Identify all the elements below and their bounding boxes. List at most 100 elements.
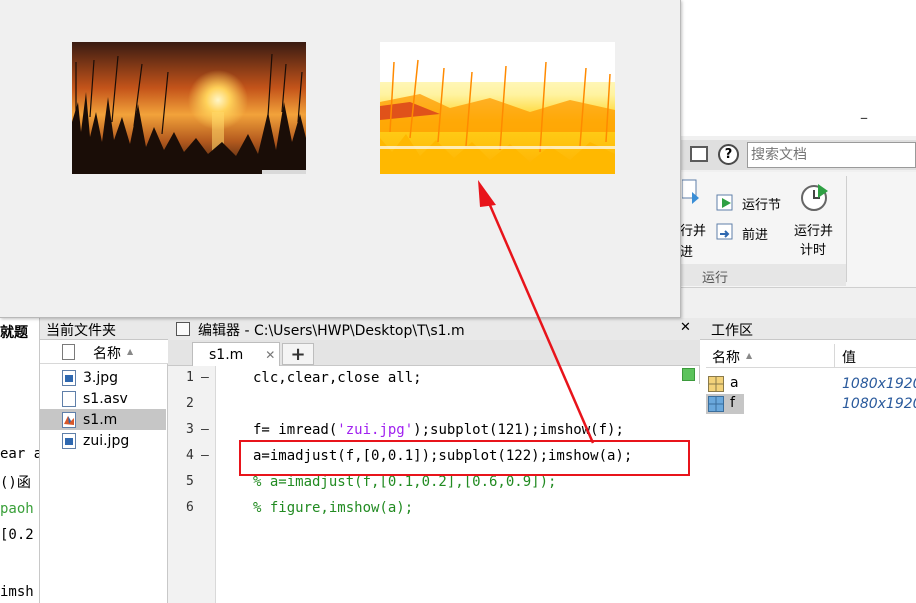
code-line-6[interactable]: % figure,imshow(a); bbox=[253, 500, 413, 516]
run-ribbon-section: 行并 进 运行节 前进 运行并 计时 运行 bbox=[680, 172, 916, 288]
matrix-variable-icon bbox=[708, 376, 724, 392]
tab-s1-m[interactable]: s1.m ✕ bbox=[192, 342, 280, 366]
add-tab-button[interactable]: + bbox=[282, 343, 314, 365]
matrix-variable-icon bbox=[708, 396, 724, 412]
clipped-line: paoh bbox=[0, 501, 34, 517]
editor-title: 编辑器 - C:\Users\HWP\Desktop\T\s1.m bbox=[198, 323, 465, 339]
blank-file-icon bbox=[62, 390, 76, 407]
search-row: ? bbox=[680, 140, 916, 170]
run-and-advance-label: 行并 bbox=[680, 224, 707, 239]
run-section-label: 运行节 bbox=[742, 198, 782, 213]
code-line-3[interactable]: f= imread('zui.jpg');subplot(121);imshow… bbox=[253, 422, 624, 438]
run-and-time-label: 运行并 bbox=[794, 224, 834, 239]
workspace-title: 工作区 bbox=[711, 323, 753, 339]
column-name-label: 名称 bbox=[93, 346, 121, 362]
file-row-zui-jpg[interactable]: zui.jpg bbox=[40, 430, 166, 451]
clipped-line: ()函 bbox=[0, 475, 31, 491]
clipped-line: [0.2 bbox=[0, 527, 34, 543]
run-and-advance-icon bbox=[682, 179, 699, 204]
column-divider bbox=[834, 344, 835, 368]
column-value-label: 值 bbox=[842, 350, 856, 366]
matlab-script-icon bbox=[62, 411, 76, 428]
run-and-advance-button[interactable]: 行并 进 bbox=[680, 220, 710, 260]
file-row-3-jpg[interactable]: 3.jpg bbox=[40, 367, 166, 388]
code-string: 'zui.jpg' bbox=[337, 422, 414, 438]
file-name: 3.jpg bbox=[83, 369, 119, 386]
file-name: zui.jpg bbox=[83, 432, 130, 449]
editor-scrollbar[interactable] bbox=[684, 384, 700, 603]
clipped-line: 就题 bbox=[0, 325, 28, 341]
sunset-photo-original bbox=[72, 42, 306, 174]
column-name-label: 名称 bbox=[712, 350, 740, 366]
workspace-var-f[interactable]: f 1080x1920 bbox=[706, 394, 916, 414]
tab-close-icon[interactable]: ✕ bbox=[265, 348, 275, 362]
figure-window bbox=[0, 0, 681, 318]
run-section-button[interactable]: 运行节 bbox=[716, 192, 788, 214]
workspace-header: 工作区 bbox=[700, 318, 916, 340]
annotation-highlight-box bbox=[239, 440, 690, 476]
matlab-toolstrip: – ? 行并 进 运行节 前进 运行并 计时 bbox=[680, 100, 916, 318]
workspace-column-header[interactable]: 名称 ▲ 值 bbox=[706, 344, 916, 368]
run-group-label: 运行 bbox=[702, 271, 729, 286]
main-window-title-strip: – bbox=[680, 100, 916, 136]
window-layout-icon[interactable] bbox=[690, 146, 708, 162]
workspace-var-a[interactable]: a 1080x1920 bbox=[706, 374, 916, 394]
advance-button[interactable]: 前进 bbox=[716, 222, 788, 244]
search-documentation-input[interactable] bbox=[747, 142, 916, 168]
file-name: s1.m bbox=[83, 411, 118, 428]
run-group-footer: 运行 bbox=[680, 264, 846, 286]
line-number: 5 bbox=[186, 474, 194, 489]
run-and-time-button[interactable]: 运行并 计时 bbox=[794, 180, 840, 260]
folder-column-header[interactable]: 名称 ▲ bbox=[40, 340, 168, 364]
minimize-button[interactable]: – bbox=[860, 108, 868, 127]
line-number: 3 bbox=[186, 422, 194, 437]
current-folder-panel: 当前文件夹 名称 ▲ 3.jpg s1.asv s1.m zui.jpg bbox=[40, 318, 168, 603]
variable-value: 1080x1920 bbox=[842, 396, 916, 412]
line-number: 2 bbox=[186, 396, 194, 411]
variable-value: 1080x1920 bbox=[842, 376, 916, 392]
editor-icon bbox=[176, 322, 190, 336]
variable-name: a bbox=[730, 375, 739, 391]
code-text: );subplot(121);imshow(f); bbox=[413, 422, 624, 438]
sort-ascending-icon: ▲ bbox=[746, 351, 753, 360]
line-number: 4 bbox=[186, 448, 194, 463]
editor-close-icon[interactable]: ✕ bbox=[680, 320, 691, 335]
advance-icon bbox=[716, 223, 733, 240]
line-number: 6 bbox=[186, 500, 194, 515]
image-file-icon bbox=[62, 432, 76, 449]
code-text: f= imread( bbox=[253, 422, 338, 438]
current-folder-title: 当前文件夹 bbox=[46, 323, 116, 339]
line-number-gutter: 1 — 2 3 — 4 — 5 6 bbox=[168, 366, 216, 603]
line-number: 1 bbox=[186, 370, 194, 385]
tab-label: s1.m bbox=[209, 346, 244, 363]
editor-header: 编辑器 - C:\Users\HWP\Desktop\T\s1.m ✕ bbox=[168, 318, 700, 340]
clipped-line: imsh bbox=[0, 584, 34, 600]
blank-file-icon bbox=[62, 344, 75, 360]
advance-label: 前进 bbox=[742, 228, 769, 243]
breakpoint-dash[interactable]: — bbox=[201, 448, 209, 463]
sort-ascending-icon: ▲ bbox=[127, 347, 134, 356]
command-window-clipped[interactable]: 就题 ear a ()函 paoh [0.2 imsh bbox=[0, 318, 40, 603]
variable-name: f bbox=[730, 395, 735, 411]
image-file-icon bbox=[62, 369, 76, 386]
current-folder-header: 当前文件夹 bbox=[40, 318, 168, 340]
screenshot-root: 就题 ear a ()函 paoh [0.2 imsh 当前文件夹 名称 ▲ 3… bbox=[0, 0, 916, 603]
help-icon[interactable]: ? bbox=[718, 144, 739, 165]
file-row-s1-asv[interactable]: s1.asv bbox=[40, 388, 166, 409]
workspace-panel: 工作区 名称 ▲ 值 a 1080x1920 f 1080x1920 bbox=[700, 318, 916, 603]
file-row-s1-m[interactable]: s1.m bbox=[40, 409, 166, 430]
clipped-line: ear a bbox=[0, 446, 40, 462]
sunset-photo-adjusted bbox=[380, 42, 615, 174]
stopwatch-icon bbox=[801, 184, 828, 211]
code-line-5[interactable]: % a=imadjust(f,[0.1,0.2],[0.6,0.9]); bbox=[253, 474, 556, 490]
code-analyzer-status-icon[interactable] bbox=[682, 368, 695, 381]
run-and-advance-label: 进 bbox=[680, 245, 694, 260]
run-section-icon bbox=[716, 194, 733, 211]
ribbon-group-divider bbox=[846, 176, 847, 282]
editor-tab-bar: s1.m ✕ + bbox=[168, 340, 700, 366]
breakpoint-dash[interactable]: — bbox=[201, 422, 209, 437]
breakpoint-dash[interactable]: — bbox=[201, 370, 209, 385]
code-line-1[interactable]: clc,clear,close all; bbox=[253, 370, 422, 386]
file-name: s1.asv bbox=[83, 390, 128, 407]
run-and-time-label: 计时 bbox=[800, 243, 827, 258]
